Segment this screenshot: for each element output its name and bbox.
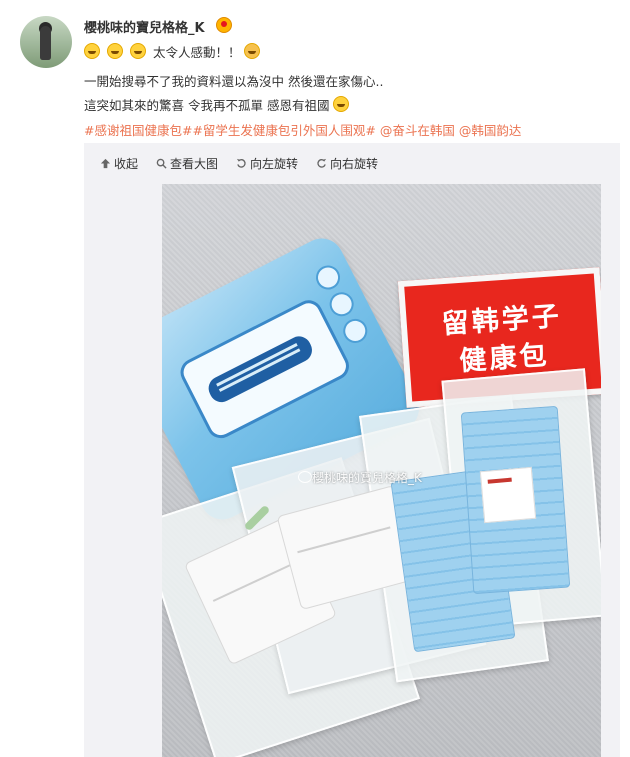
- username[interactable]: 櫻桃味的寶兒格格_K: [84, 17, 205, 36]
- crying-emoji-icon: [106, 43, 123, 59]
- crying-emoji-icon: [129, 43, 146, 59]
- wipes-dot: [339, 314, 372, 348]
- package-label: [479, 466, 537, 524]
- rotate-right-button[interactable]: 向右旋转: [316, 155, 378, 172]
- post-text-line-3: 這突如其來的驚喜 令我再不孤單 感恩有祖國: [84, 98, 330, 113]
- wipes-dot: [325, 288, 358, 321]
- crying-emoji-icon: [84, 43, 100, 59]
- topic-link[interactable]: #感谢祖国健康包#: [84, 123, 192, 138]
- rotate-left-button[interactable]: 向左旋转: [236, 155, 298, 172]
- magnifier-icon: [156, 158, 167, 169]
- rotate-left-icon: [236, 158, 246, 168]
- post-line-3: 這突如其來的驚喜 令我再不孤單 感恩有祖國: [84, 95, 352, 114]
- weibo-watermark-icon: [298, 471, 312, 483]
- avatar[interactable]: [20, 16, 72, 68]
- topic-link[interactable]: #留学生发健康包引外国人围观#: [192, 123, 375, 138]
- arrow-up-icon: [100, 158, 111, 169]
- collapse-button[interactable]: 收起: [100, 155, 138, 172]
- wipes-dot: [311, 261, 345, 294]
- hugging-emoji-icon: [333, 96, 350, 112]
- avatar-figure-body: [40, 26, 51, 60]
- image-toolbar: 收起 查看大图 向左旋转 向右旋转: [100, 155, 378, 172]
- post-text-line-2: 一開始搜尋不了我的資料還以為沒中 然後還在家傷心..: [84, 74, 384, 89]
- vip-badge-icon[interactable]: [216, 17, 232, 33]
- rotate-left-label: 向左旋转: [250, 157, 299, 171]
- rotate-right-icon: [317, 158, 327, 168]
- view-large-button[interactable]: 查看大图: [156, 155, 218, 172]
- rotate-right-label: 向右旋转: [330, 157, 379, 171]
- mention-link[interactable]: @奋斗在韩国: [380, 123, 455, 138]
- collapse-label: 收起: [114, 157, 139, 171]
- post-tags-line: #感谢祖国健康包##留学生发健康包引外国人围观# @奋斗在韩国 @韩国韵达: [84, 120, 521, 139]
- photo-watermark: 櫻桃味的寶兒格格_K: [312, 471, 422, 485]
- praying-emoji-icon: [244, 43, 261, 59]
- view-large-label: 查看大图: [170, 157, 219, 171]
- post-line-1: 太令人感動！！: [84, 42, 263, 61]
- post-text-line-1: 太令人感動！！: [152, 45, 241, 60]
- mention-link[interactable]: @韩国韵达: [459, 123, 522, 138]
